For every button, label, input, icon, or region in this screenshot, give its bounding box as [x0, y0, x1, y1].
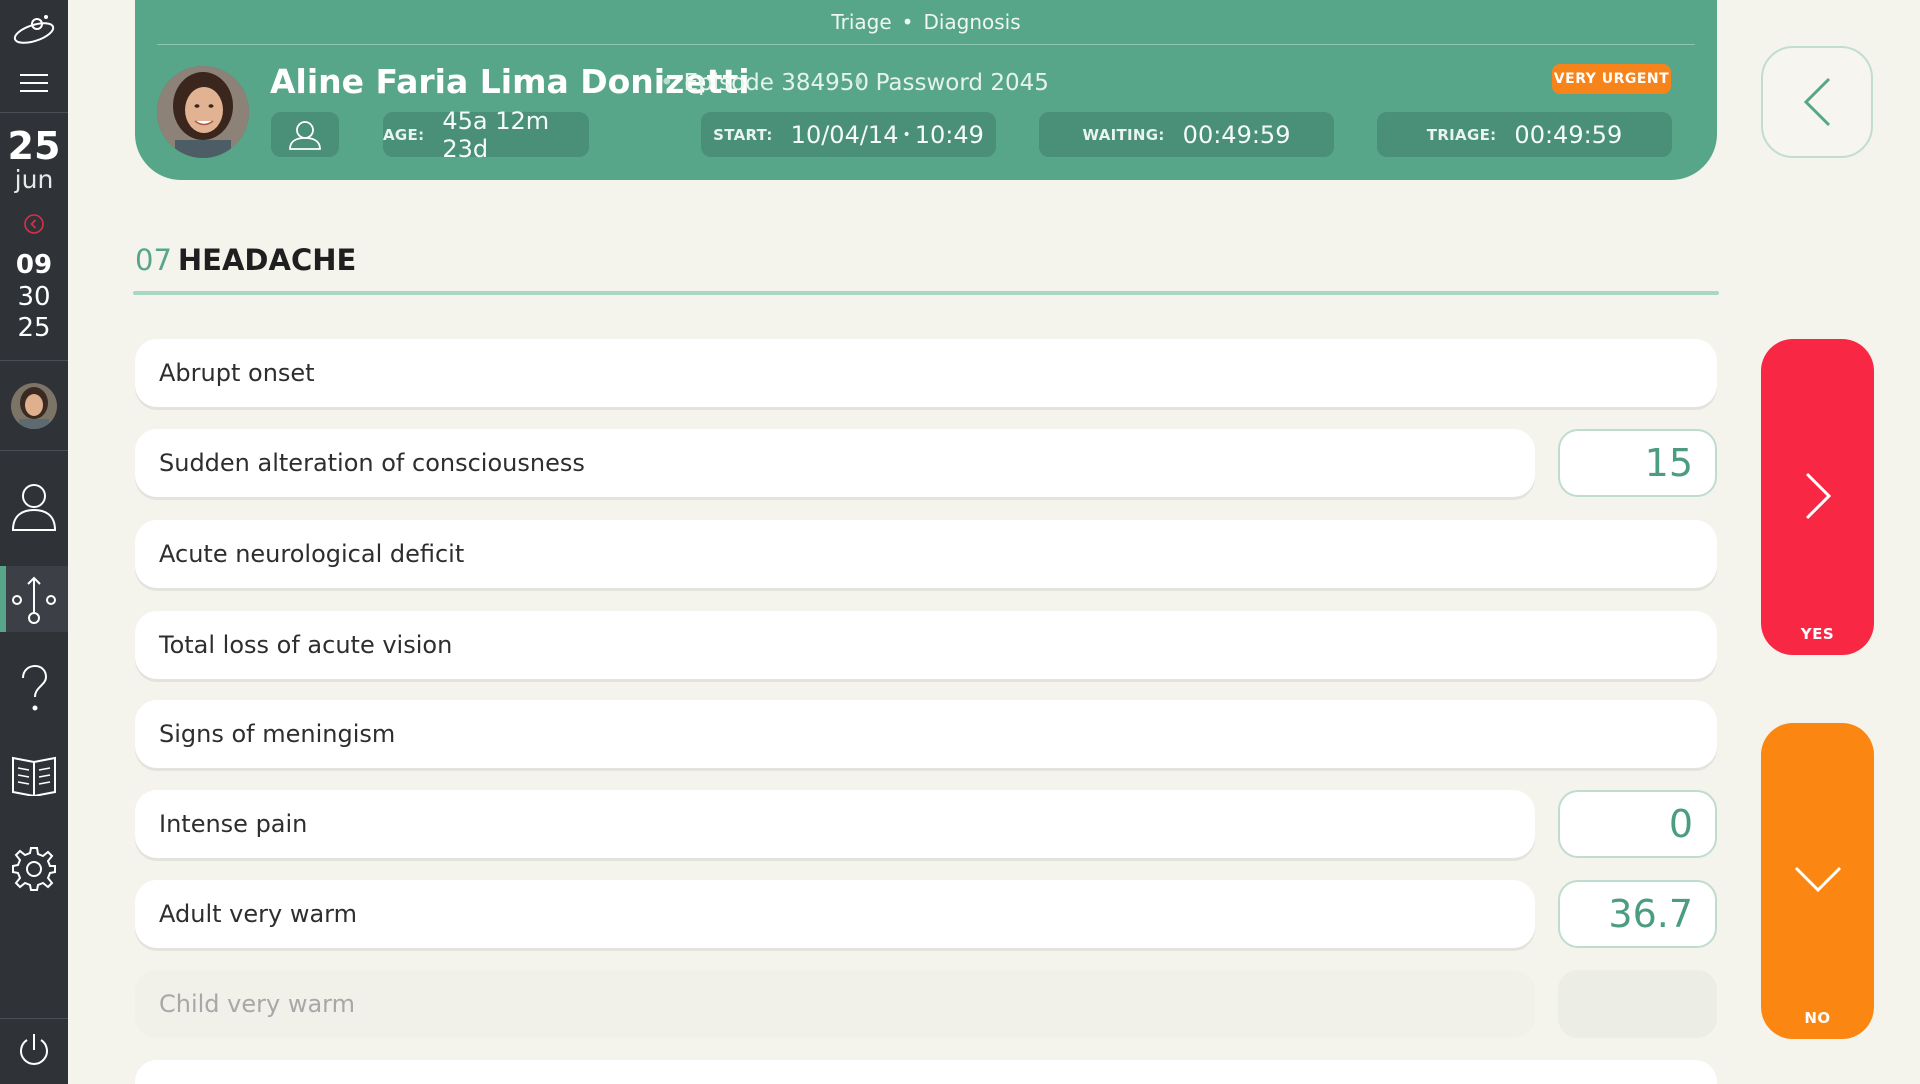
triage-label: TRIAGE: [1426, 125, 1497, 144]
start-date: 10/04/14 [790, 120, 899, 149]
criterion-label: Total loss of acute vision [159, 631, 453, 659]
waiting-label: WAITING: [1082, 125, 1165, 144]
episode-number: • Episode 384950 [660, 70, 870, 96]
breadcrumb-diagnosis: Diagnosis [923, 10, 1021, 34]
manual-book-icon[interactable] [0, 748, 68, 800]
power-icon[interactable] [0, 1030, 68, 1070]
criterion-row-disabled: Child very warm [135, 970, 1535, 1038]
breadcrumb: Triage • Diagnosis [135, 8, 1717, 36]
age-value: 45a 12m 23d [442, 106, 550, 163]
urgency-badge: VERY URGENT [1552, 64, 1671, 94]
chevron-left-icon [1803, 77, 1831, 127]
criterion-row-partial[interactable] [135, 1060, 1717, 1084]
criterion-value-input-disabled [1558, 970, 1717, 1038]
settings-gear-icon[interactable] [0, 844, 68, 894]
menu-icon[interactable] [0, 66, 68, 100]
criterion-label: Intense pain [159, 810, 308, 838]
waiting-pill: WAITING: 00:49:59 [1039, 112, 1334, 157]
flowchart-icon[interactable] [0, 572, 68, 628]
app-logo-icon[interactable] [0, 8, 68, 54]
time-minutes: 30 [17, 282, 51, 312]
criterion-row[interactable]: Total loss of acute vision [135, 611, 1717, 679]
section-divider [133, 291, 1719, 295]
criterion-label: Adult very warm [159, 900, 357, 928]
no-button[interactable]: NO [1761, 723, 1874, 1039]
episode-separator: • [660, 70, 674, 96]
waiting-value: 00:49:59 [1182, 120, 1291, 149]
section-number: 07 [135, 243, 172, 277]
patient-profile-icon [289, 120, 321, 150]
yes-label: YES [1800, 625, 1835, 643]
criterion-row[interactable]: Signs of meningism [135, 700, 1717, 768]
criterion-row[interactable]: Adult very warm [135, 880, 1535, 948]
back-button[interactable] [1761, 46, 1873, 158]
sidebar: 25 jun 09 30 25 [0, 0, 68, 1084]
start-time: 10:49 [914, 120, 984, 149]
triage-value: 00:49:59 [1514, 120, 1623, 149]
patient-icon[interactable] [0, 478, 68, 534]
criterion-label: Sudden alteration of consciousness [159, 449, 585, 477]
start-pill: START: 10/04/14 • 10:49 [701, 112, 996, 157]
time-seconds: 25 [17, 313, 51, 343]
section-title: 07 HEADACHE [135, 240, 356, 280]
criterion-row[interactable]: Sudden alteration of consciousness [135, 429, 1535, 497]
help-icon[interactable] [0, 662, 68, 718]
start-separator: • [902, 126, 911, 143]
criterion-label: Child very warm [159, 990, 355, 1018]
criterion-value-input[interactable]: 15 [1558, 429, 1717, 497]
criterion-value-input[interactable]: 36.7 [1558, 880, 1717, 948]
chevron-down-icon [1794, 866, 1841, 893]
time-hours: 09 [15, 250, 53, 280]
triage-pill: TRIAGE: 00:49:59 [1377, 112, 1672, 157]
criterion-label: Signs of meningism [159, 720, 396, 748]
date-month: jun [14, 165, 54, 194]
criterion-row[interactable]: Abrupt onset [135, 339, 1717, 407]
password-number: • Password 2045 [852, 70, 1049, 96]
no-label: NO [1804, 1009, 1831, 1027]
yes-button[interactable]: YES [1761, 339, 1874, 655]
criterion-label: Abrupt onset [159, 359, 315, 387]
user-avatar[interactable] [0, 380, 68, 432]
breadcrumb-separator: • [901, 10, 914, 34]
date-day: 25 [7, 124, 61, 168]
age-label: AGE: [383, 125, 425, 144]
patient-header: Triage • Diagnosis Aline Faria Lima Donize… [135, 0, 1717, 180]
chevron-right-icon [1805, 472, 1831, 520]
back-circle-icon[interactable] [0, 212, 68, 236]
breadcrumb-triage[interactable]: Triage [831, 10, 891, 34]
criterion-value-input[interactable]: 0 [1558, 790, 1717, 858]
header-divider [157, 44, 1695, 45]
password-separator: • [852, 70, 866, 96]
start-label: START: [713, 125, 773, 144]
patient-profile-button[interactable] [271, 112, 339, 157]
criterion-row[interactable]: Intense pain [135, 790, 1535, 858]
patient-photo [157, 66, 249, 158]
criterion-row[interactable]: Acute neurological deficit [135, 520, 1717, 588]
section-name: HEADACHE [177, 243, 357, 277]
age-pill: AGE: 45a 12m 23d [383, 107, 589, 163]
criterion-label: Acute neurological deficit [159, 540, 465, 568]
